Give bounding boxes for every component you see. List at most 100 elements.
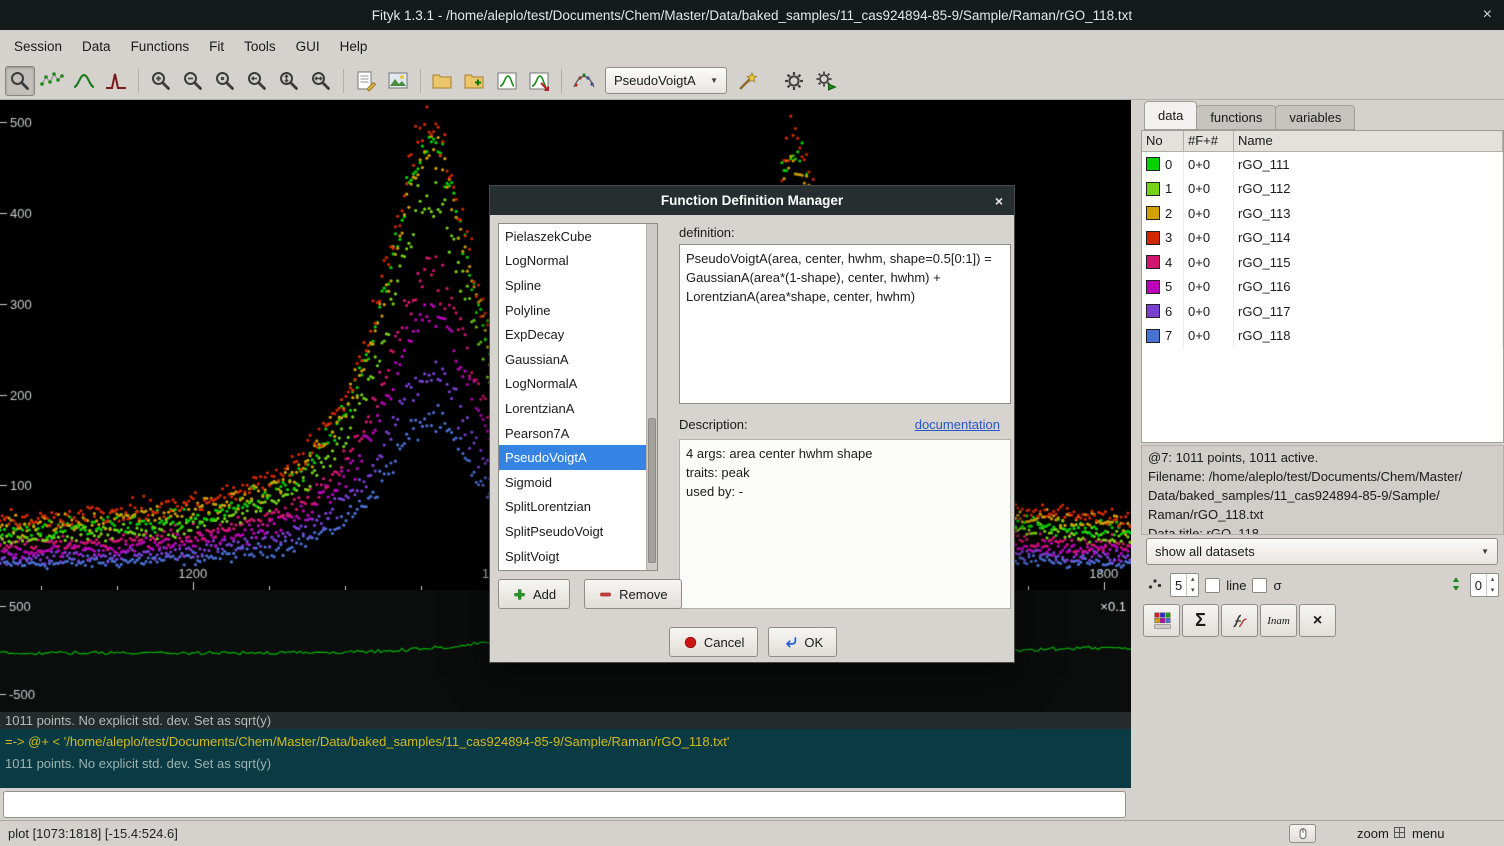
tab-functions[interactable]: functions — [1196, 105, 1276, 130]
zoom-mode-button[interactable] — [5, 66, 35, 96]
view-columns-button[interactable] — [1143, 604, 1180, 637]
menu-tools[interactable]: Tools — [234, 30, 286, 62]
dataset-name-cell: rGO_117 — [1234, 299, 1503, 324]
cancel-button[interactable]: Cancel — [669, 627, 758, 657]
function-list-item[interactable]: ExpDecay — [499, 322, 646, 347]
auto-add-button[interactable] — [733, 66, 763, 96]
spinner-arrows[interactable]: ▴▾ — [1486, 574, 1498, 596]
zoom-vertical-button[interactable] — [274, 66, 304, 96]
function-list-item[interactable]: Polyline — [499, 298, 646, 323]
menu-session[interactable]: Session — [4, 30, 72, 62]
spinner-arrows[interactable]: ▴▾ — [1186, 574, 1198, 596]
dataset-color-swatch[interactable] — [1146, 206, 1160, 220]
show-datasets-dropdown[interactable]: show all datasets ▼ — [1146, 538, 1498, 565]
status-menu-label[interactable]: menu — [1412, 826, 1445, 841]
dataset-color-swatch[interactable] — [1146, 182, 1160, 196]
tab-data[interactable]: data — [1144, 101, 1197, 130]
zoom-horizontal-button[interactable] — [306, 66, 336, 96]
zoom-in-button[interactable] — [146, 66, 176, 96]
dataset-count-cell: 0+0 — [1184, 177, 1234, 202]
data-range-mode-button[interactable] — [37, 66, 67, 96]
dataset-color-swatch[interactable] — [1146, 255, 1160, 269]
grid-icon[interactable] — [1392, 825, 1407, 843]
sigma-checkbox[interactable] — [1252, 578, 1267, 593]
functions-sum-button[interactable] — [1221, 604, 1258, 637]
tab-variables[interactable]: variables — [1275, 105, 1355, 130]
zoom-out-button[interactable] — [178, 66, 208, 96]
function-list-item[interactable]: SplitLorentzian — [499, 495, 646, 520]
export-data-button[interactable] — [524, 66, 554, 96]
function-list-item[interactable]: PielaszekCube — [499, 224, 646, 249]
function-list-item[interactable]: LorentzianA — [499, 396, 646, 421]
shift-updown-icon[interactable] — [1448, 576, 1464, 595]
add-peak-mode-button[interactable] — [101, 66, 131, 96]
function-list-item[interactable]: GaussianA — [499, 347, 646, 372]
gear-icon — [782, 69, 806, 93]
scrollbar-thumb[interactable] — [648, 418, 656, 563]
function-list-item[interactable]: Spline — [499, 273, 646, 298]
dataset-row[interactable]: 60+0rGO_117 — [1142, 299, 1503, 324]
zoom-all-button[interactable] — [210, 66, 240, 96]
dataset-color-swatch[interactable] — [1146, 157, 1160, 171]
function-list-item[interactable]: LogNormalA — [499, 372, 646, 397]
edit-data-button[interactable] — [569, 66, 599, 96]
function-list-item[interactable]: LogNormal — [499, 249, 646, 274]
status-zoom-label[interactable]: zoom — [1357, 826, 1389, 841]
export-plot-button[interactable] — [492, 66, 522, 96]
name-template-button[interactable]: Inam — [1260, 604, 1297, 637]
fit-run-button[interactable] — [779, 66, 809, 96]
vertical-splitter[interactable] — [1131, 100, 1141, 820]
function-list-item[interactable]: SplitVoigt — [499, 544, 646, 569]
open-data-button[interactable] — [428, 66, 458, 96]
function-list-scrollbar[interactable] — [646, 224, 657, 570]
command-input[interactable] — [3, 791, 1126, 818]
point-size-spinner[interactable]: 5 ▴▾ — [1170, 573, 1199, 597]
documentation-link[interactable]: documentation — [915, 417, 1000, 432]
toolbar-separator — [561, 69, 562, 93]
dataset-row[interactable]: 30+0rGO_114 — [1142, 226, 1503, 251]
menu-fit[interactable]: Fit — [199, 30, 234, 62]
menu-data[interactable]: Data — [72, 30, 121, 62]
dataset-row[interactable]: 00+0rGO_111 — [1142, 152, 1503, 177]
function-list-item[interactable]: SplitPseudoVoigt — [499, 519, 646, 544]
dataset-color-swatch[interactable] — [1146, 280, 1160, 294]
menu-functions[interactable]: Functions — [121, 30, 200, 62]
window-title: Fityk 1.3.1 - /home/aleplo/test/Document… — [372, 8, 1132, 23]
dataset-color-swatch[interactable] — [1146, 304, 1160, 318]
toolbar: PseudoVoigtA▼ — [0, 62, 1504, 100]
open-data-custom-button[interactable] — [460, 66, 490, 96]
dataset-row[interactable]: 10+0rGO_112 — [1142, 177, 1503, 202]
ok-button[interactable]: OK — [768, 627, 837, 657]
dataset-row[interactable]: 70+0rGO_118 — [1142, 324, 1503, 349]
function-list-item[interactable]: PseudoVoigtA — [499, 445, 646, 470]
dataset-count-cell: 0+0 — [1184, 324, 1234, 349]
session-log-button[interactable] — [351, 66, 381, 96]
mouse-hint-button[interactable] — [1289, 824, 1316, 843]
std-dev-button[interactable]: Σ — [1182, 604, 1219, 637]
dialog-buttons-row: Cancel OK — [490, 627, 1016, 657]
dataset-color-swatch[interactable] — [1146, 329, 1160, 343]
dialog-close-button[interactable]: × — [995, 186, 1003, 215]
definition-textarea[interactable]: PseudoVoigtA(area, center, hwhm, shape=0… — [679, 244, 1011, 404]
line-checkbox[interactable] — [1205, 578, 1220, 593]
menu-help[interactable]: Help — [330, 30, 378, 62]
dataset-row[interactable]: 20+0rGO_113 — [1142, 201, 1503, 226]
save-image-button[interactable] — [383, 66, 413, 96]
window-close-button[interactable]: × — [1483, 0, 1492, 30]
fit-continue-button[interactable] — [811, 66, 841, 96]
magnifier-icon — [8, 69, 32, 93]
remove-button[interactable]: Remove — [584, 579, 681, 609]
dataset-row[interactable]: 50+0rGO_116 — [1142, 275, 1503, 300]
function-list-item[interactable]: Sigmoid — [499, 470, 646, 495]
delete-dataset-button[interactable]: × — [1299, 604, 1336, 637]
add-button[interactable]: Add — [498, 579, 570, 609]
function-list-item[interactable]: Pearson7A — [499, 421, 646, 446]
shift-spinner[interactable]: 0 ▴▾ — [1470, 573, 1499, 597]
dataset-no-cell: 7 — [1142, 324, 1184, 349]
dataset-row[interactable]: 40+0rGO_115 — [1142, 250, 1503, 275]
dataset-color-swatch[interactable] — [1146, 231, 1160, 245]
zoom-previous-button[interactable] — [242, 66, 272, 96]
background-mode-button[interactable] — [69, 66, 99, 96]
function-type-dropdown[interactable]: PseudoVoigtA▼ — [605, 67, 727, 94]
menu-gui[interactable]: GUI — [286, 30, 330, 62]
